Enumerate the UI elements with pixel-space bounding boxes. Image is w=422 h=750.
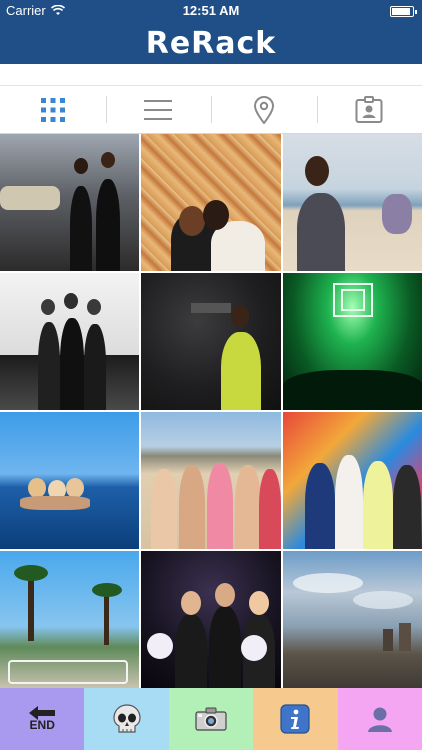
photo-thumbnail[interactable]: [141, 273, 281, 410]
skull-button[interactable]: [84, 688, 169, 750]
tab-list[interactable]: [105, 86, 212, 133]
skull-icon: [113, 704, 141, 733]
photo-thumbnail[interactable]: [141, 134, 281, 271]
profile-icon: [367, 707, 392, 732]
profile-button[interactable]: [337, 688, 422, 750]
end-label: END: [29, 718, 55, 732]
tab-grid[interactable]: [0, 86, 106, 133]
photo-grid: [0, 134, 422, 688]
photo-thumbnail[interactable]: [141, 551, 281, 688]
photo-thumbnail[interactable]: [141, 412, 281, 549]
battery-level: [392, 8, 410, 15]
info-button[interactable]: [253, 688, 338, 750]
app-title: ReRack: [145, 25, 277, 61]
list-icon: [144, 99, 173, 120]
bottom-toolbar: END: [0, 688, 422, 750]
tab-profile[interactable]: [316, 86, 422, 133]
battery-icon: [390, 6, 417, 17]
location-pin-icon: [253, 95, 274, 124]
camera-icon: [195, 707, 227, 731]
status-time: 12:51 AM: [182, 3, 240, 18]
search-bar[interactable]: [0, 64, 422, 86]
photo-thumbnail[interactable]: [0, 134, 140, 271]
photo-thumbnail[interactable]: [282, 273, 422, 410]
status-bar: Carrier 12:51 AM: [0, 0, 422, 22]
camera-button[interactable]: [168, 688, 254, 750]
info-icon: [280, 704, 311, 734]
photo-thumbnail[interactable]: [0, 551, 140, 688]
tab-map[interactable]: [211, 86, 317, 133]
navigation-bar: ReRack: [0, 22, 422, 64]
photo-thumbnail[interactable]: [282, 412, 422, 549]
contact-badge-icon: [355, 95, 383, 123]
photo-thumbnail[interactable]: [0, 273, 140, 410]
grid-icon: [40, 97, 65, 122]
view-mode-tabs: [0, 86, 422, 134]
end-button[interactable]: END: [0, 688, 85, 750]
photo-thumbnail[interactable]: [282, 134, 422, 271]
photo-thumbnail[interactable]: [282, 551, 422, 688]
photo-thumbnail[interactable]: [0, 412, 140, 549]
